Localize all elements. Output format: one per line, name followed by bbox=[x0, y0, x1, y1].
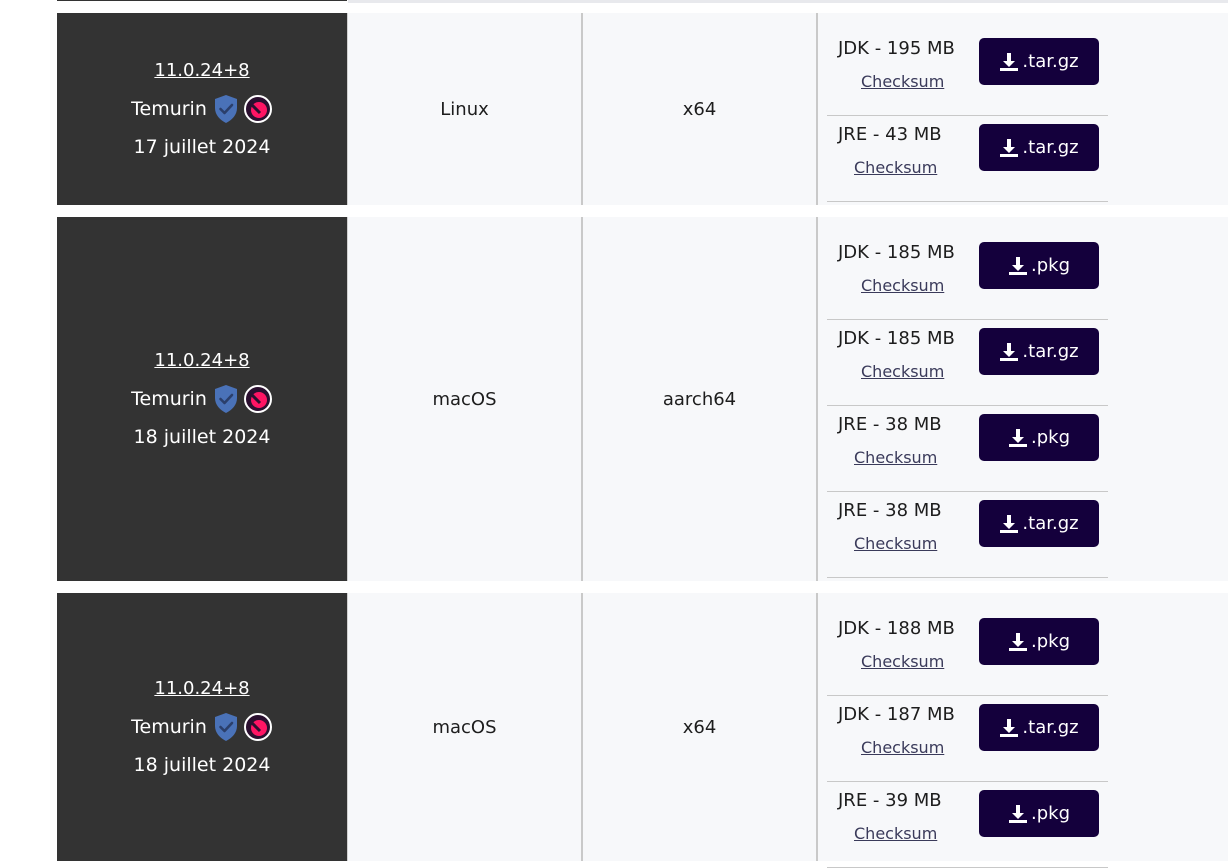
package-size-label: JDK - 195 MB bbox=[838, 38, 955, 59]
release-date: 18 juillet 2024 bbox=[133, 754, 271, 776]
download-button[interactable]: .tar.gz bbox=[979, 704, 1099, 751]
vendor-line: Temurin bbox=[131, 712, 273, 742]
download-icon bbox=[1000, 52, 1019, 71]
release-row: 11.0.24+8 Temurin 17 juillet 2024 Linux … bbox=[57, 13, 1228, 205]
package-size-label: JDK - 188 MB bbox=[838, 618, 955, 639]
os-cell: macOS bbox=[347, 217, 581, 581]
checksum-link[interactable]: Checksum bbox=[861, 362, 944, 381]
vendor-name: Temurin bbox=[131, 388, 207, 410]
version-link[interactable]: 11.0.24+8 bbox=[154, 678, 249, 699]
checksum-link[interactable]: Checksum bbox=[854, 158, 937, 177]
downloads-cell: JDK - 195 MB Checksum .tar.gz JRE - 43 M… bbox=[816, 13, 1227, 205]
release-date: 17 juillet 2024 bbox=[133, 136, 271, 158]
download-button-label: .pkg bbox=[1031, 255, 1070, 276]
download-item: JRE - 43 MB Checksum .tar.gz bbox=[827, 116, 1108, 202]
checksum-link[interactable]: Checksum bbox=[854, 534, 937, 553]
download-icon bbox=[1009, 632, 1027, 651]
download-button[interactable]: .pkg bbox=[979, 414, 1099, 461]
aqavit-badge-icon bbox=[243, 95, 272, 123]
download-button-label: .tar.gz bbox=[1022, 717, 1079, 738]
download-icon bbox=[1009, 804, 1027, 823]
download-icon bbox=[1000, 514, 1019, 533]
download-button[interactable]: .tar.gz bbox=[979, 500, 1099, 547]
download-button[interactable]: .tar.gz bbox=[979, 328, 1099, 375]
checksum-link[interactable]: Checksum bbox=[854, 824, 937, 843]
checksum-link[interactable]: Checksum bbox=[861, 276, 944, 295]
vendor-line: Temurin bbox=[131, 384, 273, 414]
package-size-label: JRE - 43 MB bbox=[838, 124, 942, 145]
previous-row-info-edge bbox=[57, 0, 347, 1]
download-button-label: .tar.gz bbox=[1022, 51, 1079, 72]
download-icon bbox=[1000, 718, 1019, 737]
verified-shield-icon bbox=[214, 95, 237, 123]
download-icon bbox=[1009, 428, 1027, 447]
version-link[interactable]: 11.0.24+8 bbox=[154, 60, 249, 81]
release-date: 18 juillet 2024 bbox=[133, 426, 271, 448]
package-size-label: JRE - 38 MB bbox=[838, 500, 942, 521]
download-button[interactable]: .pkg bbox=[979, 790, 1099, 837]
vendor-name: Temurin bbox=[131, 98, 207, 120]
arch-cell: x64 bbox=[581, 13, 816, 205]
verified-shield-icon bbox=[214, 385, 237, 413]
aqavit-badge-icon bbox=[243, 385, 272, 413]
downloads-cell: JDK - 185 MB Checksum .pkg JDK - 185 MB … bbox=[816, 217, 1227, 581]
previous-row-edge bbox=[348, 0, 1228, 3]
arch-cell: aarch64 bbox=[581, 217, 816, 581]
download-item: JRE - 38 MB Checksum .tar.gz bbox=[827, 492, 1108, 578]
download-icon bbox=[1000, 342, 1019, 361]
download-button-label: .pkg bbox=[1031, 631, 1070, 652]
vendor-line: Temurin bbox=[131, 94, 273, 124]
download-icon bbox=[1009, 256, 1027, 275]
download-item: JDK - 187 MB Checksum .tar.gz bbox=[827, 696, 1108, 782]
version-link[interactable]: 11.0.24+8 bbox=[154, 350, 249, 371]
release-info-cell: 11.0.24+8 Temurin 18 juillet 2024 bbox=[57, 217, 347, 581]
download-item: JDK - 185 MB Checksum .tar.gz bbox=[827, 320, 1108, 406]
download-item: JDK - 185 MB Checksum .pkg bbox=[827, 234, 1108, 320]
release-row: 11.0.24+8 Temurin 18 juillet 2024 macOS … bbox=[57, 217, 1228, 581]
package-size-label: JRE - 39 MB bbox=[838, 790, 942, 811]
download-item: JRE - 39 MB Checksum .pkg bbox=[827, 782, 1108, 868]
checksum-link[interactable]: Checksum bbox=[861, 738, 944, 757]
vendor-name: Temurin bbox=[131, 716, 207, 738]
checksum-link[interactable]: Checksum bbox=[854, 448, 937, 467]
os-cell: macOS bbox=[347, 593, 581, 861]
download-button-label: .pkg bbox=[1031, 427, 1070, 448]
download-button[interactable]: .pkg bbox=[979, 242, 1099, 289]
release-row: 11.0.24+8 Temurin 18 juillet 2024 macOS … bbox=[57, 593, 1228, 868]
arch-cell: x64 bbox=[581, 593, 816, 861]
release-info-cell: 11.0.24+8 Temurin 18 juillet 2024 bbox=[57, 593, 347, 861]
download-button[interactable]: .tar.gz bbox=[979, 38, 1099, 85]
package-size-label: JDK - 187 MB bbox=[838, 704, 955, 725]
package-size-label: JRE - 38 MB bbox=[838, 414, 942, 435]
package-size-label: JDK - 185 MB bbox=[838, 242, 955, 263]
download-item: JDK - 195 MB Checksum .tar.gz bbox=[827, 30, 1108, 116]
download-button-label: .tar.gz bbox=[1022, 341, 1079, 362]
checksum-link[interactable]: Checksum bbox=[861, 652, 944, 671]
package-size-label: JDK - 185 MB bbox=[838, 328, 955, 349]
download-item: JRE - 38 MB Checksum .pkg bbox=[827, 406, 1108, 492]
download-button[interactable]: .tar.gz bbox=[979, 124, 1099, 171]
download-button-label: .pkg bbox=[1031, 803, 1070, 824]
aqavit-badge-icon bbox=[243, 713, 272, 741]
checksum-link[interactable]: Checksum bbox=[861, 72, 944, 91]
download-button-label: .tar.gz bbox=[1022, 137, 1079, 158]
download-button[interactable]: .pkg bbox=[979, 618, 1099, 665]
download-button-label: .tar.gz bbox=[1022, 513, 1079, 534]
downloads-cell: JDK - 188 MB Checksum .pkg JDK - 187 MB … bbox=[816, 593, 1227, 868]
download-icon bbox=[1000, 138, 1019, 157]
download-item: JDK - 188 MB Checksum .pkg bbox=[827, 610, 1108, 696]
release-info-cell: 11.0.24+8 Temurin 17 juillet 2024 bbox=[57, 13, 347, 205]
os-cell: Linux bbox=[347, 13, 581, 205]
verified-shield-icon bbox=[214, 713, 237, 741]
